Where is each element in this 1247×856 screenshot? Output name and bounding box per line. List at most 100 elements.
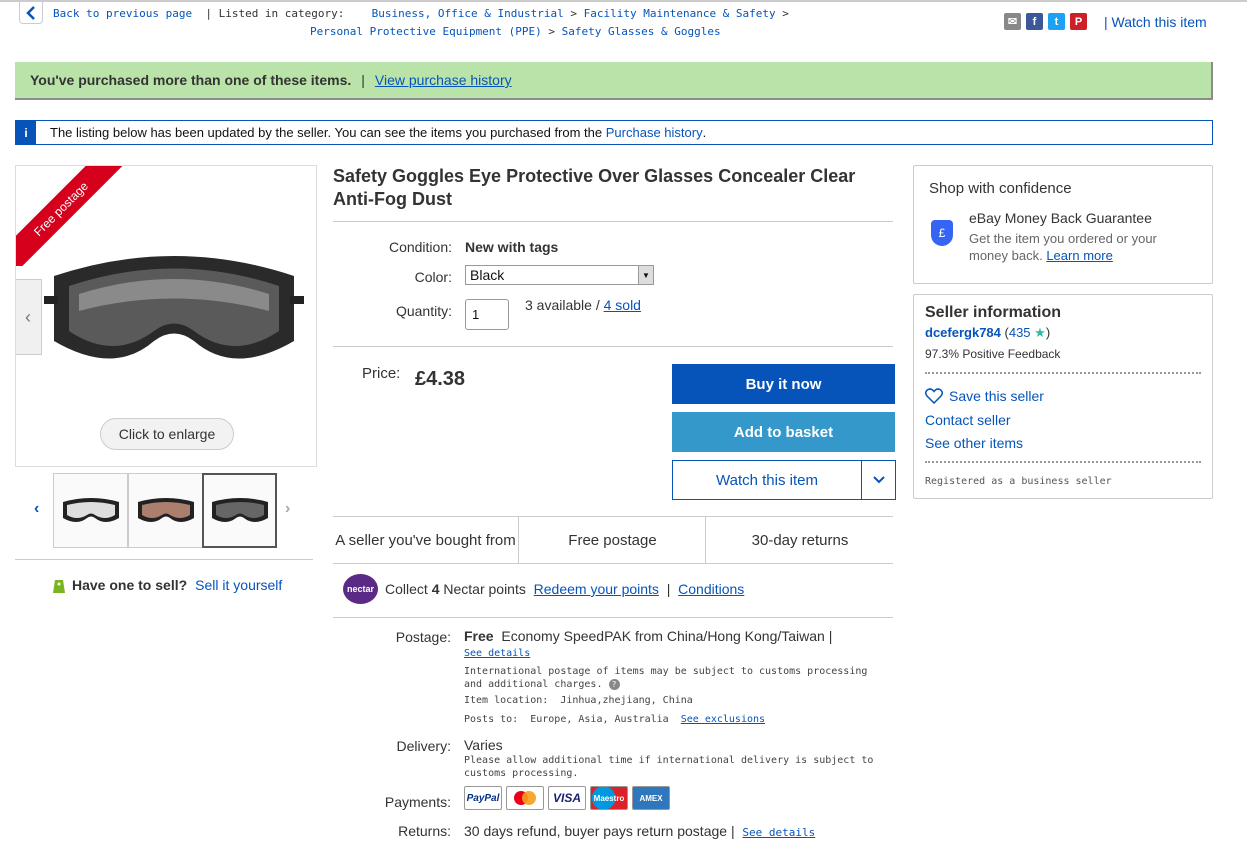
nectar-pre: Collect xyxy=(385,581,432,597)
crumb-sep: > xyxy=(782,7,789,20)
chevron-left-icon: ‹ xyxy=(25,306,31,327)
nectar-sep: | xyxy=(666,581,671,597)
pinterest-icon[interactable]: P xyxy=(1070,13,1087,30)
back-link[interactable]: Back to previous page xyxy=(53,7,192,20)
notice-end: . xyxy=(702,125,707,140)
thumb-next-icon[interactable]: › xyxy=(285,500,290,518)
main-image[interactable]: Free postage ‹ Click to enlarge xyxy=(15,165,317,467)
postage-free: Free xyxy=(464,628,494,644)
nectar-logo-icon: nectar xyxy=(343,574,378,604)
thumbnail[interactable] xyxy=(128,473,203,548)
condition-value: New with tags xyxy=(465,239,559,255)
guarantee-title: eBay Money Back Guarantee xyxy=(969,210,1152,226)
heart-icon xyxy=(925,388,943,404)
returns-details-link[interactable]: See details xyxy=(742,826,815,839)
facebook-icon[interactable]: f xyxy=(1026,13,1043,30)
purchase-banner: You've purchased more than one of these … xyxy=(15,62,1213,100)
watch-item-button[interactable]: Watch this item xyxy=(673,461,861,499)
returns-value: 30 days refund, buyer pays return postag… xyxy=(464,823,815,839)
watch-link[interactable]: Watch this item xyxy=(1112,14,1207,30)
positive-feedback: 97.3% Positive Feedback xyxy=(925,347,1061,361)
quantity-input[interactable]: 1 xyxy=(465,299,509,330)
back-button[interactable] xyxy=(19,2,43,24)
breadcrumb: Back to previous page | Listed in catego… xyxy=(53,7,789,20)
listed-label: Listed in category: xyxy=(218,7,345,20)
available-text: 3 available / xyxy=(525,297,604,313)
postage-label: Postage: xyxy=(395,629,451,645)
crumb-ppe[interactable]: Personal Protective Equipment (PPE) xyxy=(310,25,542,38)
save-seller-link[interactable]: Save this seller xyxy=(949,388,1044,404)
divider xyxy=(925,372,1201,374)
see-other-items-link[interactable]: See other items xyxy=(925,435,1023,451)
divider xyxy=(333,346,893,347)
nectar-post: Nectar points xyxy=(439,581,526,597)
watch-top: | Watch this item xyxy=(1104,14,1207,30)
seller-info-title: Seller information xyxy=(925,304,1062,321)
redeem-points-link[interactable]: Redeem your points xyxy=(534,581,659,597)
click-to-enlarge-button[interactable]: Click to enlarge xyxy=(100,418,234,450)
color-selected: Black xyxy=(470,267,505,283)
chevron-down-icon xyxy=(872,476,885,484)
mastercard-icon: mastercard xyxy=(506,786,544,810)
feedback-score-link[interactable]: 435 xyxy=(1009,325,1031,340)
contact-seller-link[interactable]: Contact seller xyxy=(925,412,1011,428)
dropdown-arrow-icon: ▼ xyxy=(638,266,653,284)
chevron-left-icon xyxy=(26,5,35,20)
sell-question: Have one to sell? xyxy=(72,577,188,593)
star-icon: ★ xyxy=(1034,325,1046,340)
help-icon[interactable]: ? xyxy=(608,679,620,690)
returns-text: 30 days refund, buyer pays return postag… xyxy=(464,823,735,839)
feature-returns: 30-day returns xyxy=(751,531,849,549)
thumbnail[interactable] xyxy=(53,473,128,548)
amex-icon: AMEX xyxy=(632,786,670,810)
shield-icon: £ xyxy=(931,220,953,246)
divider xyxy=(333,617,893,618)
delivery-note: Please allow additional time if internat… xyxy=(464,755,874,779)
crumb-facility[interactable]: Facility Maintenance & Safety xyxy=(584,7,776,20)
condition-label: Condition: xyxy=(388,239,452,255)
see-exclusions-link[interactable]: See exclusions xyxy=(681,714,765,725)
free-postage-ribbon: Free postage xyxy=(16,166,124,266)
watch-dropdown-button[interactable] xyxy=(861,461,895,499)
postage-details-link[interactable]: See details xyxy=(464,648,530,659)
breadcrumb-line2: Personal Protective Equipment (PPE) > Sa… xyxy=(310,25,721,38)
seller-name-link[interactable]: dcefergk784 xyxy=(925,325,1001,340)
purchase-history-link[interactable]: Purchase history xyxy=(606,125,703,140)
business-seller-note: Registered as a business seller xyxy=(925,476,1112,487)
nectar-promo: Collect 4 Nectar points Redeem your poin… xyxy=(385,581,744,597)
save-seller[interactable]: Save this seller xyxy=(925,388,1044,404)
notice-text: The listing below has been updated by th… xyxy=(50,125,606,140)
watch-item-button-group: Watch this item xyxy=(672,460,896,500)
info-icon: i xyxy=(16,121,36,144)
sell-it-yourself-link[interactable]: Sell it yourself xyxy=(195,577,282,593)
view-purchase-history-link[interactable]: View purchase history xyxy=(375,72,512,88)
delivery-value: Varies xyxy=(464,737,503,753)
prev-image-button[interactable]: ‹ xyxy=(16,279,42,355)
email-icon[interactable]: ✉ xyxy=(1004,13,1021,30)
conditions-link[interactable]: Conditions xyxy=(678,581,744,597)
delivery-label: Delivery: xyxy=(396,738,451,754)
twitter-icon[interactable]: t xyxy=(1048,13,1065,30)
color-select[interactable]: Black ▼ xyxy=(465,265,654,285)
buy-it-now-button[interactable]: Buy it now xyxy=(672,364,895,404)
add-to-basket-button[interactable]: Add to basket xyxy=(672,412,895,452)
confidence-card: Shop with confidence £ eBay Money Back G… xyxy=(913,165,1213,284)
crumb-business[interactable]: Business, Office & Industrial xyxy=(372,7,564,20)
sold-link[interactable]: 4 sold xyxy=(604,297,641,313)
paypal-icon: PayPal xyxy=(464,786,502,810)
confidence-title: Shop with confidence xyxy=(929,180,1072,197)
learn-more-link[interactable]: Learn more xyxy=(1046,248,1112,263)
payments-label: Payments: xyxy=(384,794,451,810)
crumb-sep: > xyxy=(570,7,577,20)
crumb-goggles[interactable]: Safety Glasses & Goggles xyxy=(562,25,721,38)
thumbnail-selected[interactable] xyxy=(202,473,277,548)
divider xyxy=(333,221,893,222)
ribbon-wrap: Free postage xyxy=(16,166,126,266)
top-border xyxy=(0,0,1247,2)
seller-name-row: dcefergk784 (435 ★) xyxy=(925,325,1050,341)
visa-icon: VISA xyxy=(548,786,586,810)
item-location: Item location: Jinhua,zhejiang, China xyxy=(464,695,693,706)
thumb-prev-icon[interactable]: ‹ xyxy=(34,500,39,518)
paren-close: ) xyxy=(1045,325,1051,340)
update-notice: i The listing below has been updated by … xyxy=(15,120,1213,145)
